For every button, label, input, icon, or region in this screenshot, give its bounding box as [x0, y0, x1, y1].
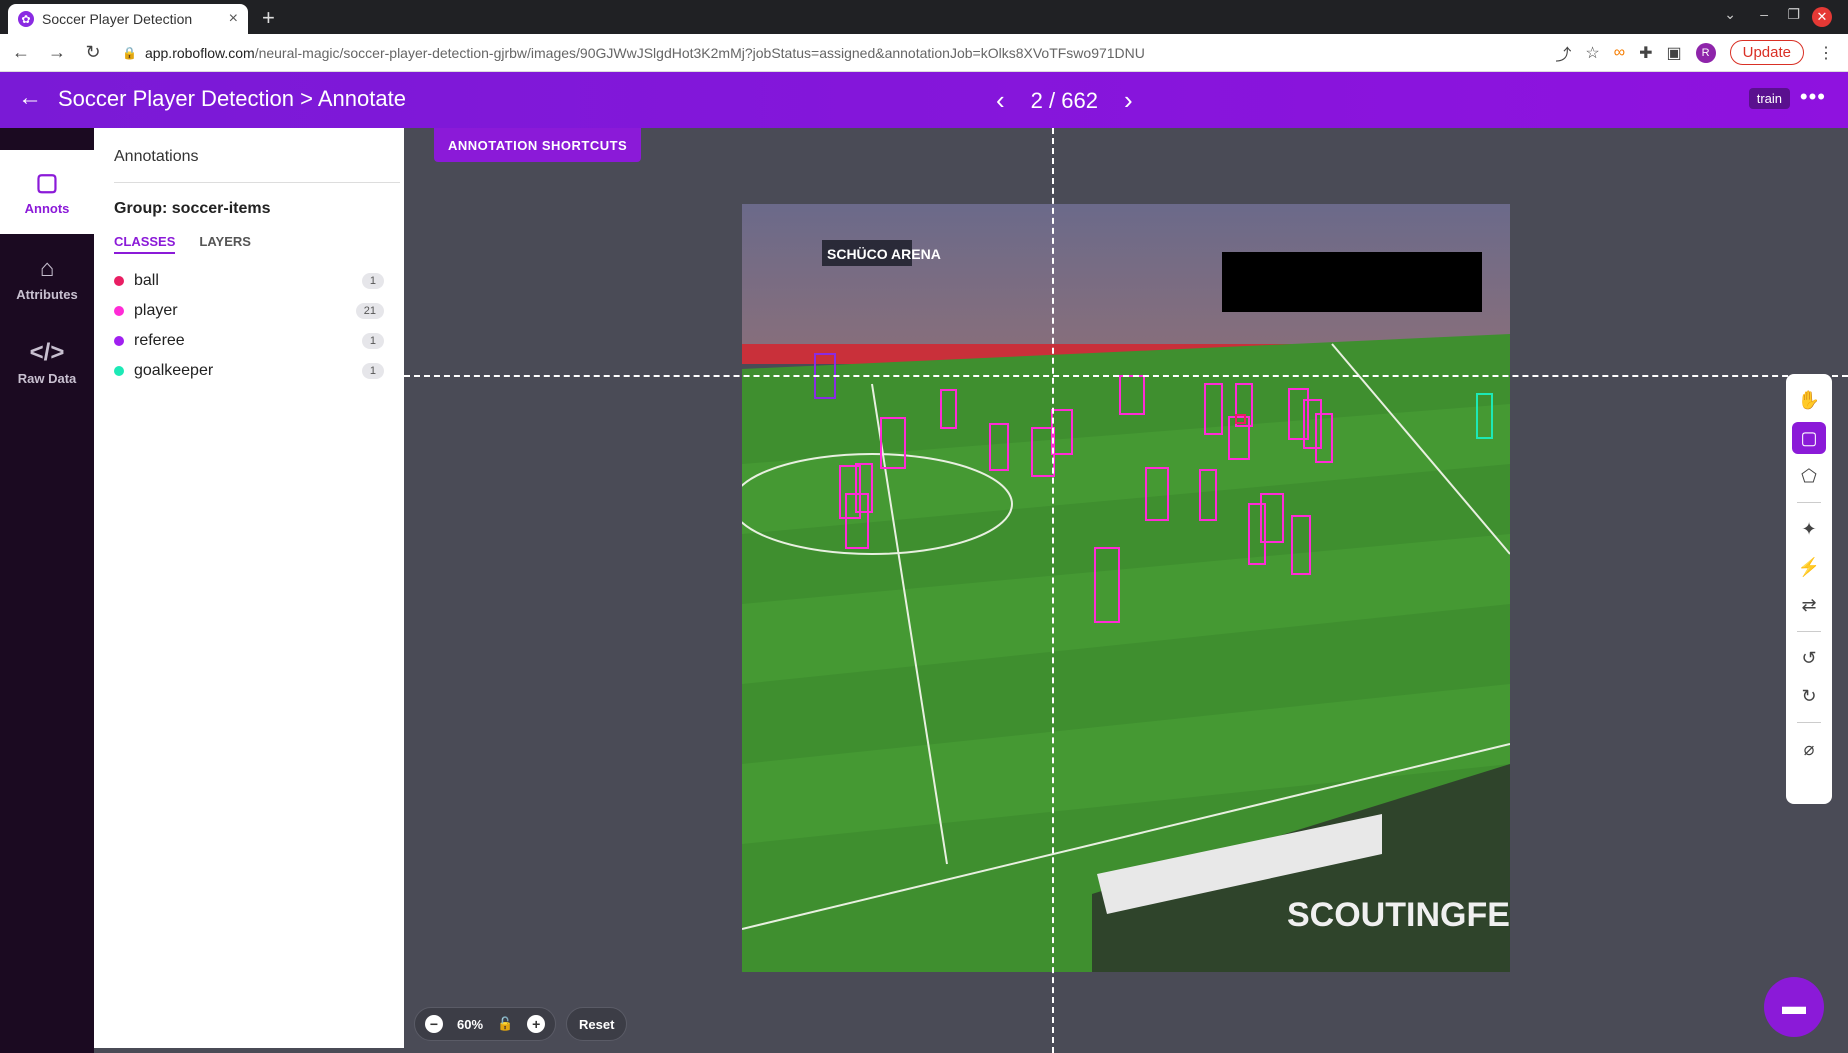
- address-bar: ← → ↻ 🔒 app.roboflow.com/neural-magic/so…: [0, 34, 1848, 72]
- crosshair-horizontal: [404, 375, 1848, 377]
- split-badge[interactable]: train: [1748, 88, 1790, 109]
- watermark-text: SCOUTINGFEED: [1287, 896, 1510, 934]
- divider: [1797, 631, 1821, 632]
- class-name: ball: [134, 272, 159, 289]
- repeat-annotations-icon[interactable]: ⇄: [1792, 589, 1826, 621]
- zoom-out-icon[interactable]: −: [425, 1015, 443, 1033]
- url-path: /neural-magic/soccer-player-detection-gj…: [254, 44, 1145, 61]
- share-icon[interactable]: ⤴: [1555, 41, 1571, 65]
- class-color-dot: [114, 276, 124, 286]
- more-options-icon[interactable]: •••: [1800, 84, 1826, 110]
- rail-item-label: Raw Data: [17, 370, 77, 386]
- back-arrow-icon[interactable]: ←: [6, 42, 36, 63]
- divider: [114, 182, 400, 183]
- divider: [1797, 502, 1821, 503]
- sidebar-icon[interactable]: ▣: [1667, 43, 1682, 63]
- stadium-sign-text: SCHÜCO ARENA: [827, 246, 941, 262]
- rail-item-annots[interactable]: ▢ Annots: [0, 150, 94, 234]
- polygon-tool-icon[interactable]: ⬠: [1792, 460, 1826, 492]
- class-name: player: [134, 302, 178, 319]
- puzzle-icon[interactable]: ✚: [1639, 43, 1652, 63]
- smart-select-icon[interactable]: ✦: [1792, 513, 1826, 545]
- browser-tab-title: Soccer Player Detection: [42, 11, 193, 27]
- crosshair-vertical: [1052, 128, 1054, 1053]
- class-color-dot: [114, 306, 124, 316]
- lock-icon: 🔒: [122, 45, 137, 60]
- rail-item-raw-data[interactable]: </> Raw Data: [0, 320, 94, 404]
- class-row-player[interactable]: player 21: [114, 296, 384, 326]
- url-field[interactable]: 🔒 app.roboflow.com/neural-magic/soccer-p…: [122, 45, 1145, 61]
- annotation-canvas[interactable]: ANNOTATION SHORTCUTS SCHÜCO ARENA SCOUTI…: [404, 128, 1848, 1053]
- tab-classes[interactable]: CLASSES: [114, 234, 176, 254]
- profile-avatar[interactable]: R: [1695, 42, 1716, 63]
- app-header: ← Soccer Player Detection > Annotate ‹ 2…: [0, 72, 1848, 128]
- image-pager: ‹ 2 / 662 ›: [996, 85, 1133, 116]
- browser-tab-strip: ✿ Soccer Player Detection × + ⌄ – ❐ ✕: [0, 0, 1848, 34]
- roboflow-favicon-icon: ✿: [18, 11, 34, 27]
- undo-icon[interactable]: ↺: [1792, 642, 1826, 674]
- restore-icon[interactable]: ❐: [1787, 6, 1800, 23]
- rail-item-label: Annots: [24, 201, 70, 216]
- extension-icon[interactable]: ∞: [1614, 44, 1625, 62]
- url-domain: app.roboflow.com: [144, 44, 255, 61]
- class-count: 1: [361, 363, 384, 379]
- divider: [1797, 722, 1821, 723]
- forward-arrow-icon[interactable]: →: [42, 42, 72, 63]
- left-rail: ▢ Annots ⌂ Attributes </> Raw Data: [0, 128, 94, 1053]
- class-count: 1: [361, 333, 384, 349]
- annotations-icon: ▢: [35, 169, 59, 196]
- page-indicator: 2 / 662: [1030, 87, 1098, 113]
- panel-title: Annotations: [114, 148, 199, 165]
- soccer-field-image: SCHÜCO ARENA SCOUTINGFEED: [742, 204, 1510, 972]
- null-image-icon[interactable]: ⌀: [1792, 733, 1826, 765]
- class-list: ball 1 player 21 referee 1 goalkeeper 1: [114, 266, 384, 386]
- class-name: goalkeeper: [134, 362, 214, 379]
- class-row-goalkeeper[interactable]: goalkeeper 1: [114, 356, 384, 386]
- browser-tab[interactable]: ✿ Soccer Player Detection ×: [8, 4, 248, 34]
- window-close-icon[interactable]: ✕: [1812, 7, 1832, 27]
- tab-layers[interactable]: LAYERS: [199, 234, 251, 254]
- update-button[interactable]: Update: [1729, 40, 1804, 65]
- reset-zoom-button[interactable]: Reset: [566, 1007, 628, 1041]
- zoom-controls: − 60% 🔓 +: [414, 1007, 557, 1041]
- class-row-ball[interactable]: ball 1: [114, 266, 384, 296]
- class-color-dot: [114, 366, 124, 376]
- class-row-referee[interactable]: referee 1: [114, 326, 384, 356]
- chat-support-icon[interactable]: ▬: [1764, 977, 1824, 1037]
- group-name: Group: soccer-items: [114, 200, 271, 217]
- bookmark-star-icon[interactable]: ☆: [1585, 43, 1599, 63]
- bounding-box-tool-icon[interactable]: ▢: [1792, 422, 1826, 454]
- zoom-in-icon[interactable]: +: [527, 1015, 546, 1033]
- next-image-icon[interactable]: ›: [1124, 85, 1133, 116]
- redacted-block: [1222, 252, 1482, 312]
- tab-search-icon[interactable]: ⌄: [1724, 6, 1736, 23]
- new-tab-button[interactable]: +: [262, 5, 275, 31]
- rail-item-attributes[interactable]: ⌂ Attributes: [0, 236, 94, 320]
- pan-hand-icon[interactable]: ✋: [1792, 384, 1826, 416]
- annotation-shortcuts-button[interactable]: ANNOTATION SHORTCUTS: [434, 128, 642, 162]
- class-color-dot: [114, 336, 124, 346]
- class-name: referee: [134, 332, 185, 349]
- annotations-panel: Annotations Group: soccer-items CLASSES …: [94, 128, 404, 1048]
- previous-image-icon[interactable]: ‹: [996, 85, 1005, 116]
- tag-icon: ⌂: [39, 254, 55, 282]
- reload-icon[interactable]: ↻: [78, 42, 108, 63]
- zoom-level: 60%: [457, 1016, 484, 1032]
- minimize-icon[interactable]: –: [1760, 6, 1768, 22]
- rail-item-label: Attributes: [16, 286, 78, 302]
- lock-zoom-icon[interactable]: 🔓: [497, 1016, 513, 1032]
- browser-menu-icon[interactable]: ⋮: [1818, 43, 1834, 63]
- tool-palette: ✋ ▢ ⬠ ✦ ⚡ ⇄ ↺ ↻ ⌀: [1786, 374, 1832, 804]
- panel-tabs: CLASSES LAYERS: [114, 234, 251, 254]
- class-count: 1: [361, 273, 384, 289]
- annotated-image[interactable]: SCHÜCO ARENA SCOUTINGFEED: [742, 204, 1510, 972]
- class-count: 21: [355, 303, 384, 319]
- page-title: Soccer Player Detection > Annotate: [58, 86, 406, 111]
- back-icon[interactable]: ←: [18, 84, 42, 112]
- redo-icon[interactable]: ↻: [1792, 680, 1826, 712]
- close-tab-icon[interactable]: ×: [229, 10, 238, 28]
- code-icon: </>: [29, 338, 65, 366]
- magic-wand-icon[interactable]: ⚡: [1792, 551, 1826, 583]
